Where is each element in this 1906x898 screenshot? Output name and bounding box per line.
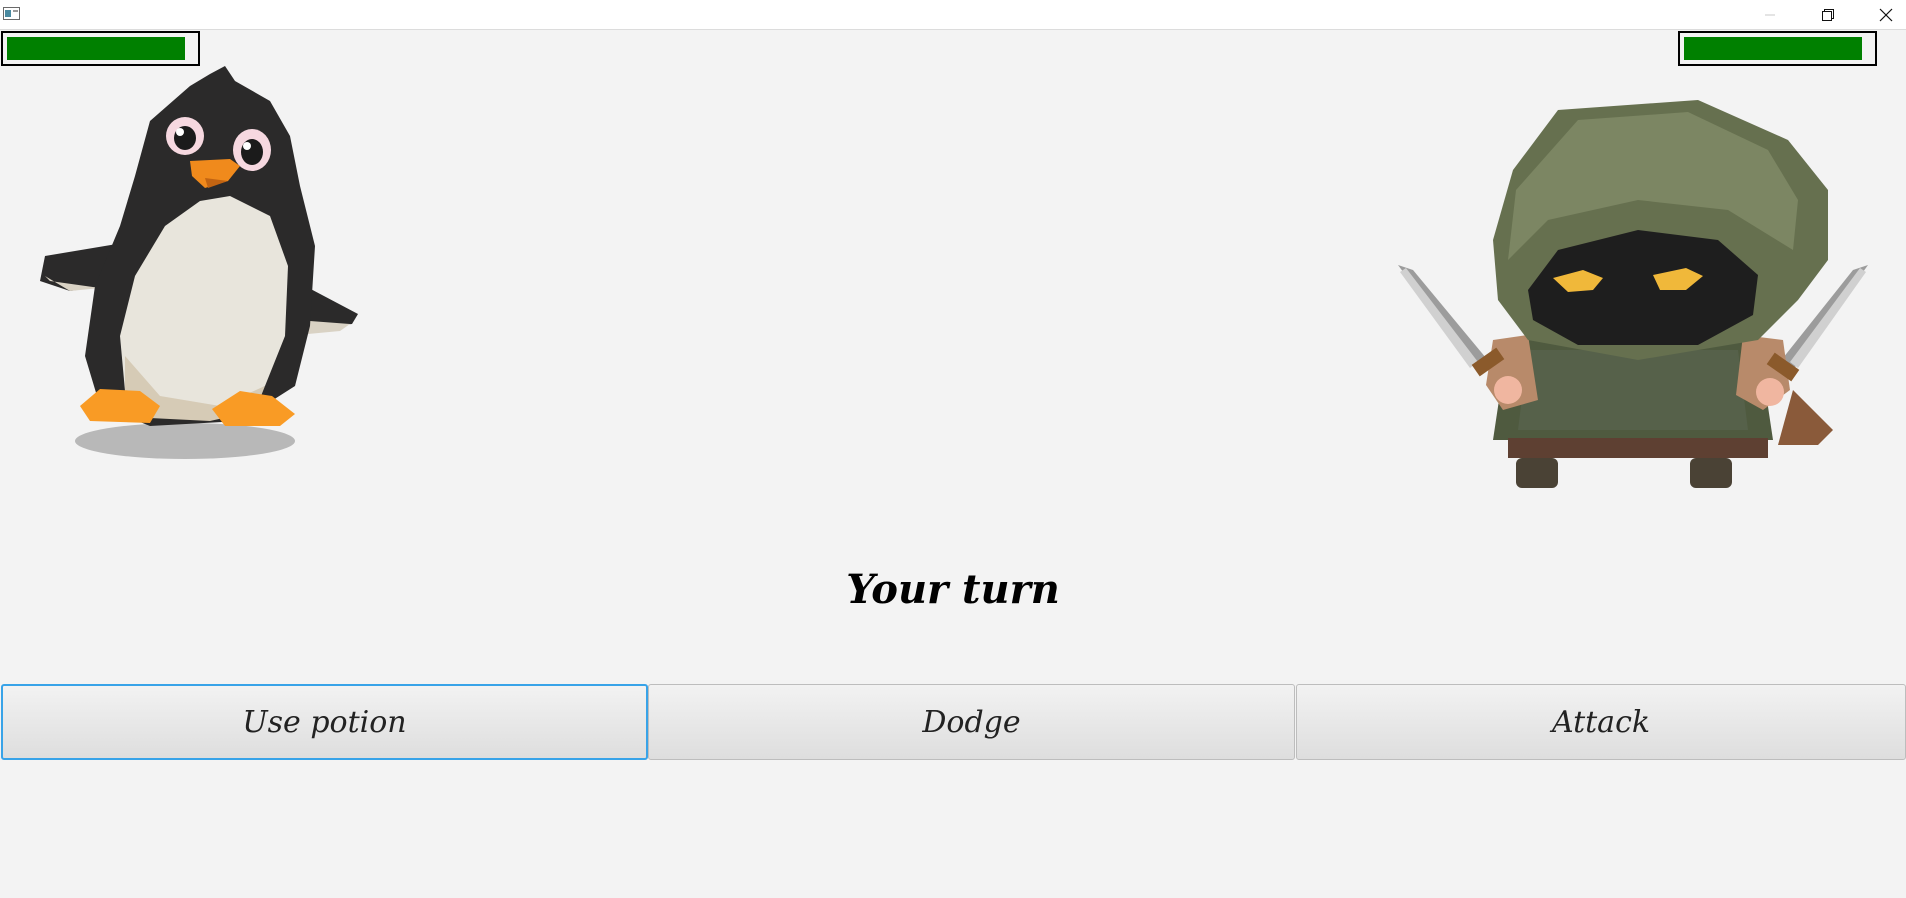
player-health-bar [1,31,200,66]
enemy-health-bar [1678,31,1877,66]
enemy-health-fill [1684,37,1862,60]
minimize-icon [1765,14,1775,15]
player-health-fill [7,37,185,60]
close-icon [1879,8,1893,21]
dodge-button[interactable]: Dodge [648,684,1295,760]
attack-button[interactable]: Attack [1296,684,1906,760]
penguin-sprite [40,66,358,459]
turn-status-text: Your turn [846,566,1060,613]
restore-icon [1822,8,1834,21]
app-icon [3,7,20,20]
window-titlebar [0,0,1906,30]
restore-button[interactable] [1799,0,1857,29]
minimize-button[interactable] [1741,0,1799,29]
use-potion-button[interactable]: Use potion [1,684,648,760]
hooded-ninja-sprite [1398,100,1868,488]
close-button[interactable] [1857,0,1906,29]
